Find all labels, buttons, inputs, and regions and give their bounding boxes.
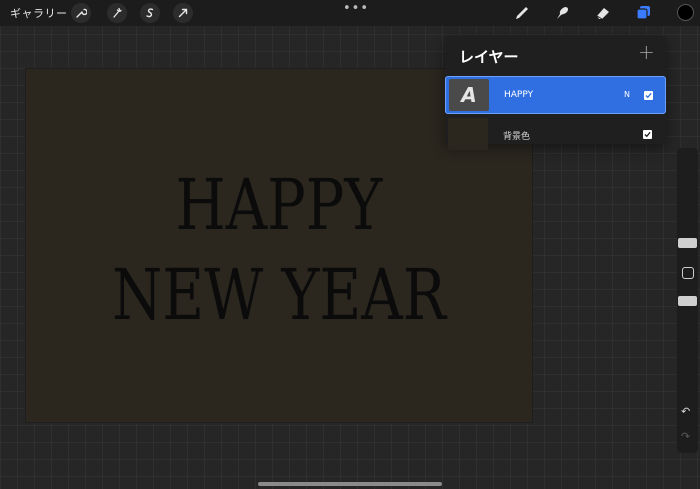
layer-item-happy[interactable]: A HAPPY N — [445, 76, 666, 114]
magic-wand-icon — [113, 7, 122, 18]
checkmark-icon — [644, 131, 651, 138]
top-toolbar: ギャラリー ••• — [0, 0, 700, 26]
text-layer-icon: A — [461, 83, 477, 107]
modify-button[interactable] — [682, 267, 694, 279]
add-layer-button[interactable]: + — [638, 40, 655, 64]
selection-button[interactable] — [140, 3, 160, 23]
smudge-icon[interactable] — [553, 4, 571, 22]
transform-icon — [178, 8, 188, 18]
brush-sidebar: ↶ ↷ — [677, 148, 698, 453]
brush-opacity-slider-handle[interactable] — [678, 296, 697, 306]
brush-icon[interactable] — [513, 4, 531, 22]
canvas-text-line-2: NEW YEAR — [112, 254, 446, 336]
adjustments-button[interactable] — [107, 3, 127, 23]
redo-button[interactable]: ↷ — [681, 430, 690, 443]
actions-button[interactable] — [71, 3, 91, 23]
canvas-text-line-1: HAPPY — [175, 164, 383, 246]
layer-visibility-checkbox[interactable] — [644, 91, 653, 100]
layer-thumbnail: A — [449, 79, 489, 111]
layer-thumbnail — [448, 118, 488, 150]
undo-button[interactable]: ↶ — [681, 405, 690, 418]
eraser-icon[interactable] — [594, 4, 612, 22]
color-picker-button[interactable] — [677, 4, 694, 21]
selection-icon — [146, 8, 154, 18]
gallery-button[interactable]: ギャラリー — [10, 5, 68, 21]
brush-size-slider-handle[interactable] — [678, 238, 697, 248]
wrench-icon — [76, 8, 87, 18]
layers-panel-title: レイヤー — [459, 48, 519, 66]
home-indicator — [258, 482, 442, 486]
layers-icon[interactable] — [635, 4, 653, 22]
more-menu-button[interactable]: ••• — [343, 1, 369, 16]
layer-visibility-checkbox[interactable] — [643, 130, 652, 139]
blend-mode-button[interactable]: N — [624, 90, 630, 99]
layers-panel: レイヤー + A HAPPY N 背景色 — [445, 36, 666, 150]
layer-item-background-color[interactable]: 背景色 — [445, 116, 666, 154]
layer-name: 背景色 — [503, 132, 531, 142]
checkmark-icon — [645, 92, 652, 99]
layer-name: HAPPY — [504, 90, 534, 100]
transform-button[interactable] — [173, 3, 193, 23]
